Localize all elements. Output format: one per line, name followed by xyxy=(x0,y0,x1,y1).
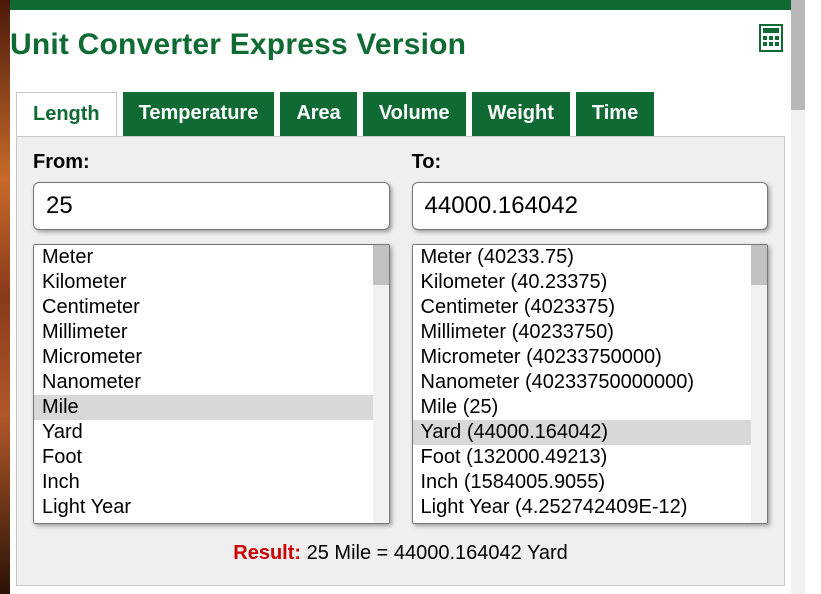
from-unit-option[interactable]: Kilometer xyxy=(34,270,389,295)
page-scrollbar-thumb[interactable] xyxy=(791,0,805,110)
to-unit-option[interactable]: Foot (132000.49213) xyxy=(413,445,768,470)
to-unit-option[interactable]: Kilometer (40.23375) xyxy=(413,270,768,295)
tab-time[interactable]: Time xyxy=(576,92,654,136)
converter-panel: From: MeterKilometerCentimeterMillimeter… xyxy=(16,136,785,586)
from-column: From: MeterKilometerCentimeterMillimeter… xyxy=(33,149,390,524)
from-unit-scrollbar[interactable] xyxy=(373,245,389,523)
tab-temperature[interactable]: Temperature xyxy=(123,92,275,136)
tab-length[interactable]: Length xyxy=(16,92,117,136)
from-input[interactable] xyxy=(33,182,390,230)
from-unit-list[interactable]: MeterKilometerCentimeterMillimeterMicrom… xyxy=(33,244,390,524)
to-input[interactable] xyxy=(412,182,769,230)
to-unit-option[interactable]: Nanometer (40233750000000) xyxy=(413,370,768,395)
from-label: From: xyxy=(33,151,390,174)
background-left-strip xyxy=(0,0,10,594)
scroll-thumb[interactable] xyxy=(751,245,767,285)
to-unit-option[interactable]: Mile (25) xyxy=(413,395,768,420)
from-unit-option[interactable]: Mile xyxy=(34,395,389,420)
to-unit-scrollbar[interactable] xyxy=(751,245,767,523)
tab-volume[interactable]: Volume xyxy=(363,92,466,136)
from-unit-option[interactable]: Meter xyxy=(34,245,389,270)
page-title: Unit Converter Express Version xyxy=(10,28,791,62)
to-unit-option[interactable]: Yard (44000.164042) xyxy=(413,420,768,445)
to-unit-option[interactable]: Meter (40233.75) xyxy=(413,245,768,270)
to-unit-option[interactable]: Inch (1584005.9055) xyxy=(413,470,768,495)
calculator-icon[interactable] xyxy=(759,24,783,52)
to-unit-option[interactable]: Millimeter (40233750) xyxy=(413,320,768,345)
content-area: Unit Converter Express Version LengthTem… xyxy=(10,0,791,594)
scroll-thumb[interactable] xyxy=(373,245,389,285)
result-text: 25 Mile = 44000.164042 Yard xyxy=(307,542,568,564)
tab-weight[interactable]: Weight xyxy=(472,92,570,136)
from-unit-option[interactable]: Inch xyxy=(34,470,389,495)
to-unit-option[interactable]: Micrometer (40233750000) xyxy=(413,345,768,370)
tab-area[interactable]: Area xyxy=(280,92,356,136)
from-unit-option[interactable]: Millimeter xyxy=(34,320,389,345)
to-unit-option[interactable]: Centimeter (4023375) xyxy=(413,295,768,320)
top-green-bar xyxy=(10,0,791,10)
result-line: Result: 25 Mile = 44000.164042 Yard xyxy=(33,542,768,565)
to-column: To: Meter (40233.75)Kilometer (40.23375)… xyxy=(412,149,769,524)
to-unit-option[interactable]: Light Year (4.252742409E-12) xyxy=(413,495,768,520)
result-label: Result: xyxy=(233,542,301,564)
tabs-bar: LengthTemperatureAreaVolumeWeightTime xyxy=(10,92,791,136)
page-scrollbar[interactable] xyxy=(791,0,805,594)
from-unit-option[interactable]: Micrometer xyxy=(34,345,389,370)
to-unit-list[interactable]: Meter (40233.75)Kilometer (40.23375)Cent… xyxy=(412,244,769,524)
from-unit-option[interactable]: Centimeter xyxy=(34,295,389,320)
from-unit-option[interactable]: Yard xyxy=(34,420,389,445)
from-unit-option[interactable]: Foot xyxy=(34,445,389,470)
from-unit-option[interactable]: Nanometer xyxy=(34,370,389,395)
from-unit-option[interactable]: Light Year xyxy=(34,495,389,520)
to-label: To: xyxy=(412,151,769,174)
background-right-strip xyxy=(807,0,821,594)
